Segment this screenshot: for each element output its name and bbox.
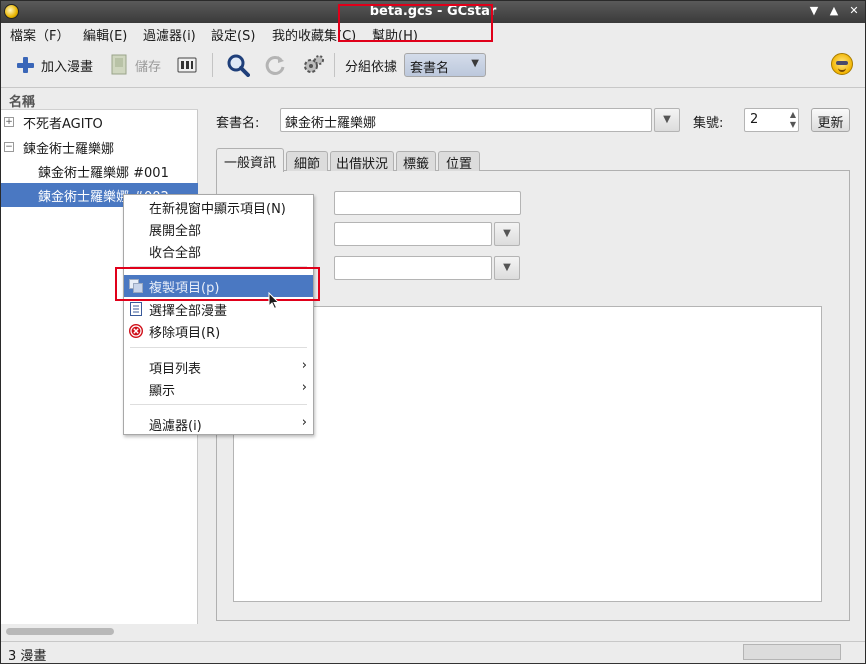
export-icon: [177, 57, 197, 73]
menu-item-label: 顯示: [149, 384, 176, 399]
expand-icon[interactable]: +: [4, 117, 14, 127]
menu-separator: [130, 404, 307, 405]
spin-up-icon[interactable]: ▲: [790, 110, 796, 119]
remove-icon: [129, 324, 143, 338]
duplicate-highlight: [115, 267, 320, 301]
add-comic-button[interactable]: 加入漫畫: [15, 51, 93, 79]
menu-item-collapse-all[interactable]: 收合全部: [124, 240, 313, 262]
tree-item-label: 鍊金術士羅樂娜: [23, 142, 115, 157]
context-menu: 在新視窗中顯示項目(N) 展開全部 收合全部 複製項目(p) 選擇全部漫畫 移除…: [123, 194, 314, 435]
status-bar: 3 漫畫: [1, 641, 865, 664]
maximize-button[interactable]: ▲: [827, 4, 841, 18]
tree-item-label: 鍊金術士羅樂娜 #001: [38, 166, 169, 181]
menu-item-label: 過濾器(i): [149, 419, 202, 434]
horizontal-scrollbar[interactable]: [1, 624, 198, 641]
refresh-icon: [265, 55, 285, 75]
tab-location[interactable]: 位置: [438, 151, 480, 172]
menu-item-label: 移除項目(R): [149, 326, 221, 341]
tab-tags[interactable]: 標籤: [396, 151, 436, 172]
spin-down-icon[interactable]: ▼: [790, 120, 796, 129]
menu-filter[interactable]: 過濾器(i): [143, 25, 196, 44]
tree-item-series[interactable]: − 鍊金術士羅樂娜: [1, 135, 198, 159]
save-button[interactable]: 儲存: [109, 51, 161, 79]
minimize-button[interactable]: ▼: [807, 4, 821, 18]
item-count: 3 漫畫: [8, 649, 47, 664]
tree-item-agito[interactable]: + 不死者AGITO: [1, 110, 198, 134]
close-button[interactable]: ✕: [847, 4, 861, 18]
tab-details[interactable]: 細節: [286, 151, 328, 172]
chevron-right-icon: ›: [301, 415, 307, 430]
menu-item-item-list[interactable]: 項目列表 ›: [124, 356, 313, 378]
menu-file[interactable]: 檔案（F）: [10, 25, 69, 44]
combo-dropdown-button[interactable]: ▼: [494, 256, 520, 280]
series-field[interactable]: 鍊金術士羅樂娜: [280, 108, 652, 132]
app-window: beta.gcs - GCstar ▼ ▲ ✕ 檔案（F） 編輯(E) 過濾器(…: [0, 0, 866, 664]
menu-item-remove[interactable]: 移除項目(R): [124, 320, 313, 342]
name-column-header[interactable]: 名稱: [1, 88, 198, 110]
tree-item-label: 不死者AGITO: [23, 117, 103, 132]
save-icon: [111, 54, 127, 75]
chevron-down-icon: ▼: [471, 58, 479, 69]
series-label: 套書名:: [216, 116, 260, 131]
scrollbar-thumb[interactable]: [6, 628, 114, 635]
volume-value: 2: [750, 112, 759, 127]
export-button[interactable]: [177, 51, 197, 79]
collapse-icon[interactable]: −: [4, 142, 14, 152]
series-dropdown-button[interactable]: ▼: [654, 108, 680, 132]
menu-separator: [130, 347, 307, 348]
chevron-right-icon: ›: [301, 380, 307, 395]
volume-spinner[interactable]: 2 ▲ ▼: [744, 108, 799, 132]
select-all-icon: [130, 302, 142, 316]
search-button[interactable]: [226, 51, 250, 79]
save-label: 儲存: [135, 59, 162, 75]
menu-item-label: 展開全部: [149, 224, 202, 239]
refresh-button[interactable]: [264, 51, 286, 79]
gears-icon: [304, 55, 324, 73]
general-field-1[interactable]: [334, 191, 521, 215]
toolbar-separator: [334, 53, 335, 77]
general-combo-1[interactable]: [334, 222, 492, 246]
chevron-right-icon: ›: [301, 358, 307, 373]
volume-label: 集號:: [693, 116, 724, 131]
menu-item-expand-all[interactable]: 展開全部: [124, 218, 313, 240]
menu-item-label: 在新視窗中顯示項目(N): [149, 202, 286, 217]
smiley-icon[interactable]: [831, 53, 853, 75]
menu-edit[interactable]: 編輯(E): [83, 25, 127, 44]
group-by-select[interactable]: 套書名 ▼: [404, 53, 486, 77]
tab-general[interactable]: 一般資訊: [216, 148, 284, 172]
group-by-highlight: [338, 4, 493, 42]
menu-item-label: 選擇全部漫畫: [149, 304, 228, 319]
search-icon: [227, 54, 250, 77]
menu-item-label: 收合全部: [149, 246, 202, 261]
general-combo-2[interactable]: [334, 256, 492, 280]
group-by-value: 套書名: [410, 61, 450, 76]
progress-bar: [743, 644, 841, 660]
tree-item-vol-1[interactable]: 鍊金術士羅樂娜 #001: [1, 159, 198, 183]
add-comic-label: 加入漫畫: [41, 59, 94, 75]
menu-item-filters[interactable]: 過濾器(i) ›: [124, 413, 313, 435]
menu-item-open-new-window[interactable]: 在新視窗中顯示項目(N): [124, 196, 313, 218]
menu-item-select-all[interactable]: 選擇全部漫畫: [124, 298, 313, 320]
plus-icon: [17, 57, 34, 73]
group-by-label: 分組依據: [345, 60, 398, 75]
mouse-cursor-icon: [268, 292, 280, 310]
update-button[interactable]: 更新: [811, 108, 850, 132]
menu-item-display[interactable]: 顯示 ›: [124, 378, 313, 400]
tab-lending[interactable]: 出借狀況: [330, 151, 394, 172]
synopsis-textarea[interactable]: [233, 306, 822, 602]
menu-settings[interactable]: 設定(S): [211, 25, 255, 44]
menu-item-label: 項目列表: [149, 362, 202, 377]
settings-button[interactable]: [302, 51, 326, 79]
toolbar-separator: [212, 53, 213, 77]
combo-dropdown-button[interactable]: ▼: [494, 222, 520, 246]
